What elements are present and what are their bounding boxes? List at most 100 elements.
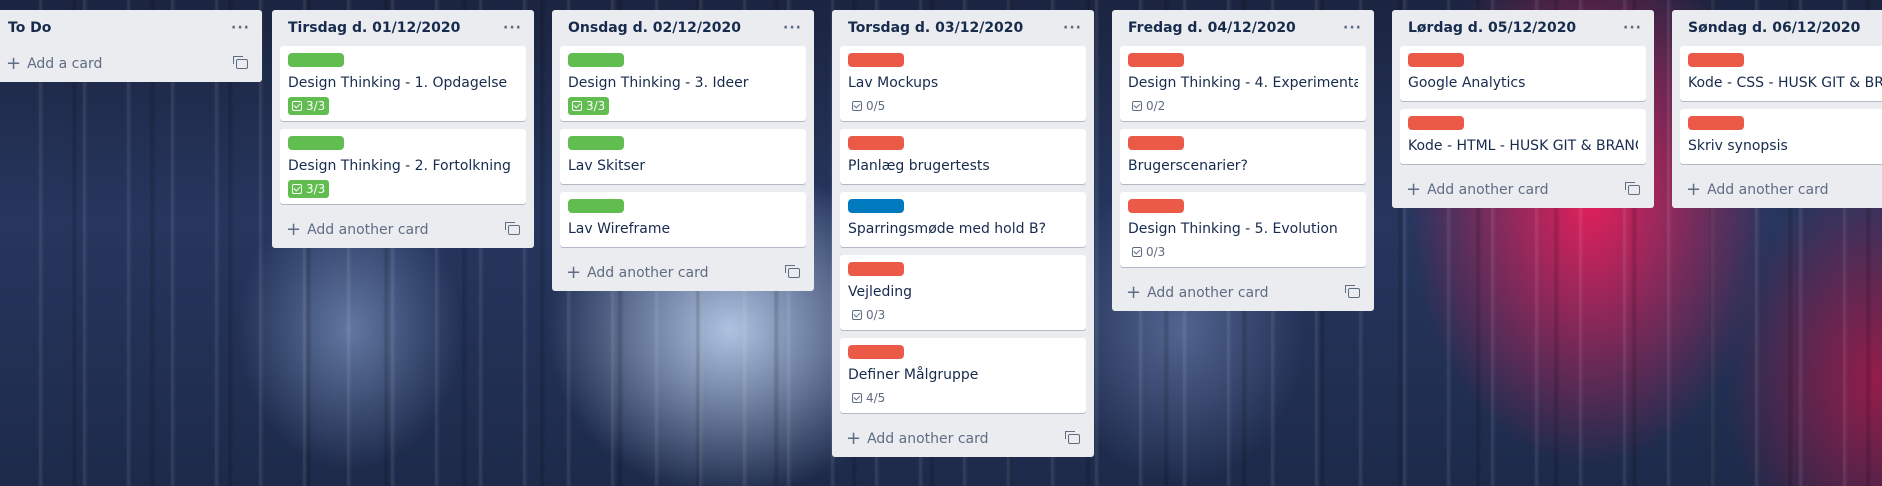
card-label[interactable] [848, 345, 904, 359]
card-label[interactable] [848, 136, 904, 150]
checklist-icon [852, 310, 862, 320]
card[interactable]: Design Thinking - 3. Ideer 3/3 [560, 46, 806, 121]
card-template-icon[interactable] [233, 56, 248, 69]
add-card-label: Add another card [867, 431, 989, 447]
card[interactable]: Lav Skitser [560, 129, 806, 184]
card-label[interactable] [1688, 53, 1744, 67]
add-card-row: + Add a card [0, 46, 254, 82]
checklist-count: 3/3 [306, 182, 326, 196]
list: Lørdag d. 05/12/2020 ··· Google Analytics K… [1392, 10, 1654, 208]
card[interactable]: Lav Mockups 0/5 [840, 46, 1086, 121]
card-label[interactable] [288, 53, 344, 67]
plus-icon: + [6, 53, 22, 74]
checklist-badge: 3/3 [568, 97, 610, 115]
checklist-badge: 0/3 [1128, 243, 1169, 261]
card[interactable]: Skriv synopsis [1680, 109, 1882, 164]
checklist-count: 3/3 [306, 99, 326, 113]
checklist-badge: 0/2 [1128, 97, 1169, 115]
plus-icon: + [846, 428, 862, 449]
card[interactable]: Design Thinking - 4. Experimentation 0/2 [1120, 46, 1366, 121]
card-label[interactable] [848, 53, 904, 67]
add-card-label: Add another card [1147, 285, 1269, 301]
card-title: Design Thinking - 3. Ideer [568, 75, 749, 91]
checklist-count: 0/3 [1146, 245, 1166, 259]
card-label[interactable] [848, 262, 904, 276]
card[interactable]: Planlæg brugertests [840, 129, 1086, 184]
card-label[interactable] [288, 136, 344, 150]
more-options-icon[interactable]: ··· [503, 20, 522, 36]
card[interactable]: Design Thinking - 5. Evolution 0/3 [1120, 192, 1366, 267]
add-card-button[interactable]: + Add another card [1686, 181, 1829, 199]
card-label[interactable] [1408, 116, 1464, 130]
plus-icon: + [1126, 282, 1142, 303]
add-card-label: Add another card [587, 265, 709, 281]
card[interactable]: Google Analytics [1400, 46, 1646, 101]
card-label[interactable] [1408, 53, 1464, 67]
list-title[interactable]: Lørdag d. 05/12/2020 [1408, 20, 1576, 36]
card-title: Sparringsmøde med hold B? [848, 221, 1047, 237]
more-options-icon[interactable]: ··· [1623, 20, 1642, 36]
card-template-icon[interactable] [505, 222, 520, 235]
add-card-row: + Add another card [840, 421, 1086, 457]
list-header: Søndag d. 06/12/2020··· [1680, 10, 1882, 46]
card-template-icon[interactable] [785, 265, 800, 278]
checklist-icon [292, 101, 302, 111]
list: Fredag d. 04/12/2020 ··· Design Thinking -… [1112, 10, 1374, 311]
card-label[interactable] [568, 53, 624, 67]
card-label[interactable] [568, 199, 624, 213]
list-title[interactable]: Torsdag d. 03/12/2020 [848, 20, 1023, 36]
card[interactable]: Kode - HTML - HUSK GIT & BRANCH [1400, 109, 1646, 164]
add-card-button[interactable]: + Add another card [846, 430, 989, 448]
card-title: Design Thinking - 5. Evolution [1128, 221, 1338, 237]
card-title: Kode - HTML - HUSK GIT & BRANCH [1408, 138, 1638, 154]
checklist-badge: 3/3 [288, 180, 330, 198]
card-template-icon[interactable] [1065, 431, 1080, 444]
add-card-button[interactable]: + Add a card [6, 55, 102, 73]
card[interactable]: Design Thinking - 2. Fortolkning 3/3 [280, 129, 526, 204]
card-template-icon[interactable] [1625, 182, 1640, 195]
card[interactable]: Design Thinking - 1. Opdagelse 3/3 [280, 46, 526, 121]
more-options-icon[interactable]: ··· [1343, 20, 1362, 36]
more-options-icon[interactable]: ··· [231, 20, 250, 36]
card[interactable]: Brugerscenarier? [1120, 129, 1366, 184]
card-label[interactable] [1128, 199, 1184, 213]
add-card-row: + Add another card [1400, 172, 1646, 208]
checklist-count: 0/3 [866, 308, 886, 322]
add-card-button[interactable]: + Add another card [1126, 284, 1269, 302]
more-options-icon[interactable]: ··· [783, 20, 802, 36]
card-title: Vejleding [848, 284, 913, 300]
more-options-icon[interactable]: ··· [1063, 20, 1082, 36]
card-label[interactable] [568, 136, 624, 150]
checklist-icon [292, 184, 302, 194]
card[interactable]: Lav Wireframe [560, 192, 806, 247]
list-title[interactable]: Onsdag d. 02/12/2020 [568, 20, 741, 36]
card-title: Lav Mockups [848, 75, 939, 91]
card[interactable]: Sparringsmøde med hold B? [840, 192, 1086, 247]
list-title[interactable]: To Do [8, 20, 51, 36]
list-title[interactable]: Søndag d. 06/12/2020 [1688, 20, 1860, 36]
add-card-row: + Add another card [560, 255, 806, 291]
card-title: Definer Målgruppe [848, 367, 979, 383]
add-card-button[interactable]: + Add another card [1406, 181, 1549, 199]
card-title: Design Thinking - 4. Experimentation [1128, 75, 1358, 91]
checklist-icon [572, 101, 582, 111]
list-header: To Do ··· [0, 10, 254, 46]
card-template-icon[interactable] [1345, 285, 1360, 298]
checklist-badge: 3/3 [288, 97, 330, 115]
card[interactable]: Kode - CSS - HUSK GIT & BRANCH [1680, 46, 1882, 101]
card-label[interactable] [1688, 116, 1744, 130]
add-card-button[interactable]: + Add another card [566, 264, 709, 282]
list-title[interactable]: Fredag d. 04/12/2020 [1128, 20, 1296, 36]
list: Tirsdag d. 01/12/2020 ··· Design Thinking … [272, 10, 534, 248]
card-label[interactable] [848, 199, 904, 213]
card-label[interactable] [1128, 53, 1184, 67]
checklist-count: 0/5 [866, 99, 886, 113]
card[interactable]: Vejleding 0/3 [840, 255, 1086, 330]
card-label[interactable] [1128, 136, 1184, 150]
checklist-badge: 0/5 [848, 97, 889, 115]
add-card-row: + Add another card [280, 212, 526, 248]
list-title[interactable]: Tirsdag d. 01/12/2020 [288, 20, 460, 36]
card[interactable]: Definer Målgruppe 4/5 [840, 338, 1086, 413]
add-card-button[interactable]: + Add another card [286, 221, 429, 239]
list-header: Fredag d. 04/12/2020 ··· [1120, 10, 1366, 46]
